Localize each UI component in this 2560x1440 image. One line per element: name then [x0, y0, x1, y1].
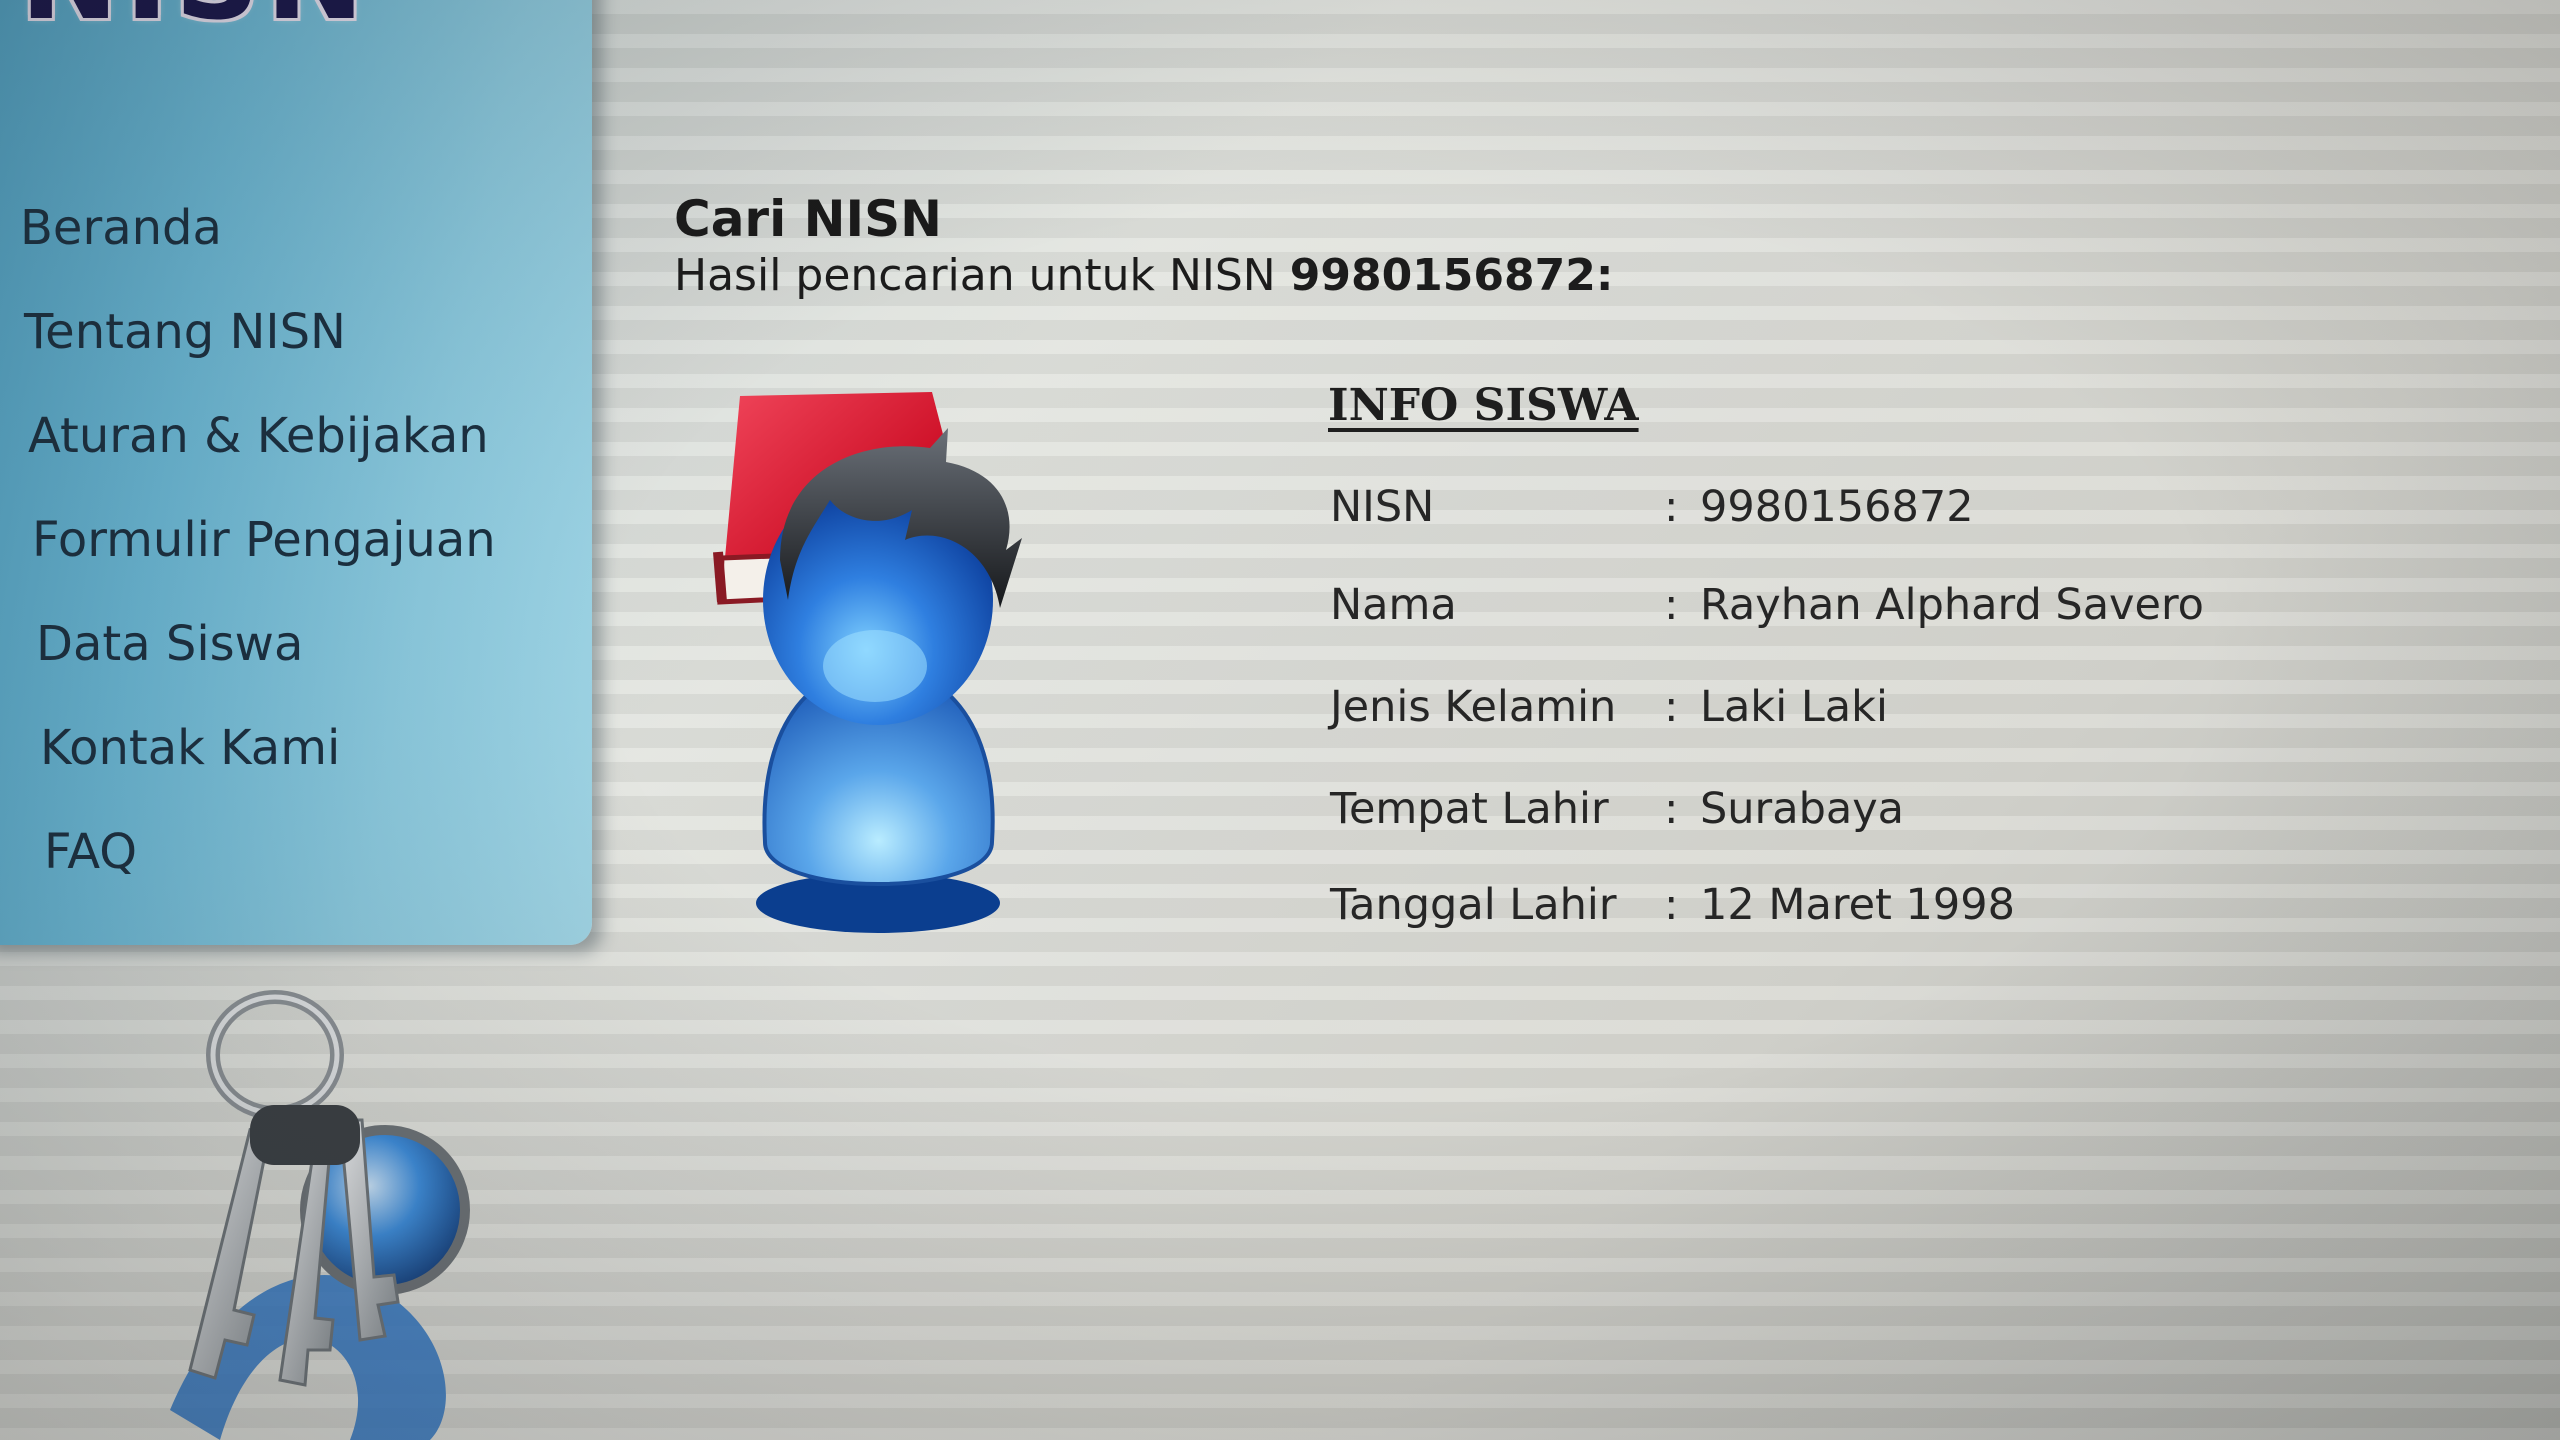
sidebar-item-data-siswa[interactable]: Data Siswa	[36, 616, 303, 672]
info-label: Tanggal Lahir	[1330, 880, 1617, 930]
info-siswa-heading: INFO SISWA	[1328, 380, 1639, 431]
info-value: Surabaya	[1700, 784, 1905, 834]
site-logo[interactable]: NISN	[20, 0, 370, 46]
info-row-jenis-kelamin: Jenis Kelamin : Laki Laki	[1330, 682, 2430, 742]
info-value: 9980156872	[1700, 482, 1974, 532]
info-separator: :	[1664, 482, 1679, 532]
sidebar-item-beranda[interactable]: Beranda	[20, 200, 222, 256]
info-row-tanggal-lahir: Tanggal Lahir : 12 Maret 1998	[1330, 880, 2430, 940]
student-avatar-icon	[713, 392, 1022, 933]
info-value: 12 Maret 1998	[1700, 880, 2015, 930]
info-value: Rayhan Alphard Savero	[1700, 580, 2204, 630]
sidebar-item-kontak-kami[interactable]: Kontak Kami	[40, 720, 340, 776]
keyring-icon	[170, 990, 470, 1440]
info-separator: :	[1664, 580, 1679, 630]
info-label: Nama	[1330, 580, 1457, 630]
info-separator: :	[1664, 880, 1679, 930]
sidebar: NISN Beranda Tentang NISN Aturan & Kebij…	[0, 0, 592, 945]
info-label: Tempat Lahir	[1330, 784, 1609, 834]
info-row-tempat-lahir: Tempat Lahir : Surabaya	[1330, 784, 2430, 844]
search-result-suffix: :	[1595, 250, 1614, 301]
info-row-nisn: NISN : 9980156872	[1330, 482, 2430, 542]
search-result-nisn: 9980156872	[1289, 250, 1596, 301]
sidebar-item-tentang-nisn[interactable]: Tentang NISN	[24, 304, 346, 360]
page-title: Cari NISN	[674, 190, 942, 248]
sidebar-item-aturan-kebijakan[interactable]: Aturan & Kebijakan	[28, 408, 489, 464]
info-row-nama: Nama : Rayhan Alphard Savero	[1330, 580, 2430, 640]
info-value: Laki Laki	[1700, 682, 1888, 732]
search-result-line: Hasil pencarian untuk NISN 9980156872:	[674, 250, 1613, 301]
sidebar-item-faq[interactable]: FAQ	[44, 824, 137, 880]
info-label: Jenis Kelamin	[1330, 682, 1617, 732]
info-label: NISN	[1330, 482, 1435, 532]
info-separator: :	[1664, 784, 1679, 834]
sidebar-item-formulir-pengajuan[interactable]: Formulir Pengajuan	[32, 512, 496, 568]
search-result-prefix: Hasil pencarian untuk NISN	[674, 250, 1276, 301]
info-separator: :	[1664, 682, 1679, 732]
